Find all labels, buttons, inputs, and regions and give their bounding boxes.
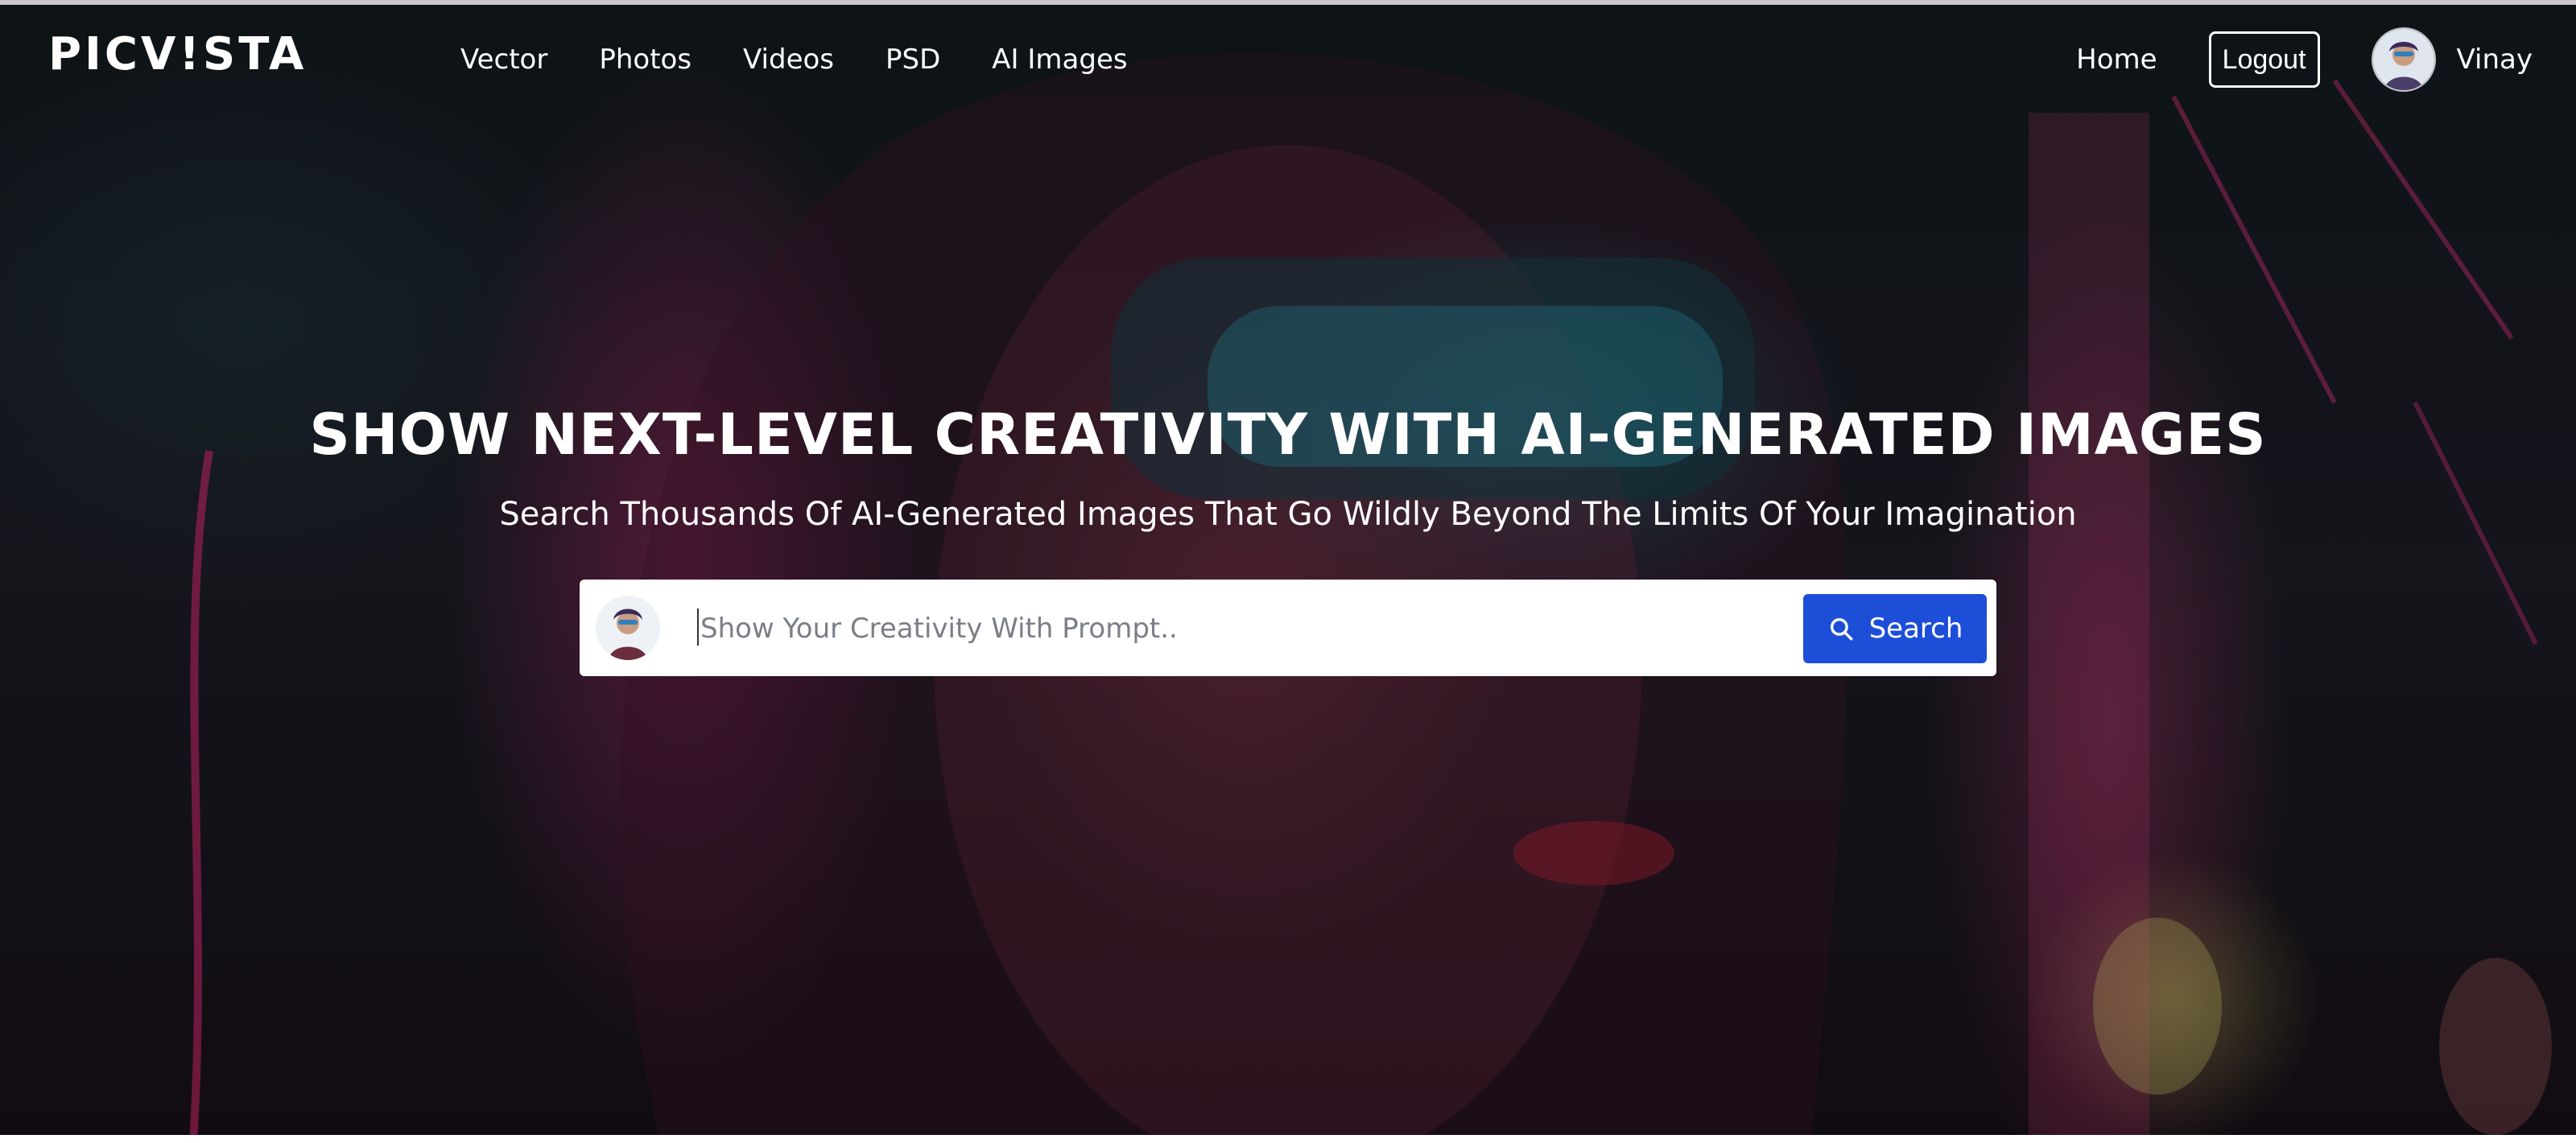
header-actions: Home Logout Vinay [2076, 27, 2533, 92]
nav-item-psd[interactable]: PSD [886, 42, 940, 77]
site-logo[interactable]: PICV!STA [48, 32, 307, 77]
search-icon [1827, 615, 1855, 642]
main-nav: Vector Photos Videos PSD AI Images [460, 42, 1179, 77]
home-link[interactable]: Home [2076, 43, 2157, 76]
bottom-divider [0, 1135, 2576, 1143]
avatar-image [596, 596, 660, 660]
nav-item-videos[interactable]: Videos [743, 42, 834, 77]
hero-overlay [0, 0, 2576, 1143]
logout-button[interactable]: Logout [2208, 31, 2320, 88]
top-divider [0, 0, 2576, 5]
user-name[interactable]: Vinay [2457, 43, 2533, 76]
nav-item-ai-images[interactable]: AI Images [992, 42, 1127, 77]
page: PICV!STA Vector Photos Videos PSD AI Ima… [0, 0, 2576, 1143]
search-bar: Search [580, 580, 1996, 676]
site-header: PICV!STA Vector Photos Videos PSD AI Ima… [0, 5, 2576, 109]
search-avatar [596, 596, 660, 660]
user-avatar[interactable] [2371, 27, 2436, 92]
hero-subtitle: Search Thousands Of AI-Generated Images … [499, 496, 2077, 533]
search-button[interactable]: Search [1803, 594, 1987, 663]
search-button-label: Search [1868, 613, 1963, 645]
avatar-image [2372, 29, 2434, 90]
nav-item-vector[interactable]: Vector [460, 42, 547, 77]
nav-item-photos[interactable]: Photos [599, 42, 691, 77]
prompt-search-input[interactable] [699, 597, 1555, 660]
hero-title: SHOW NEXT-LEVEL CREATIVITY WITH AI-GENER… [309, 401, 2267, 468]
